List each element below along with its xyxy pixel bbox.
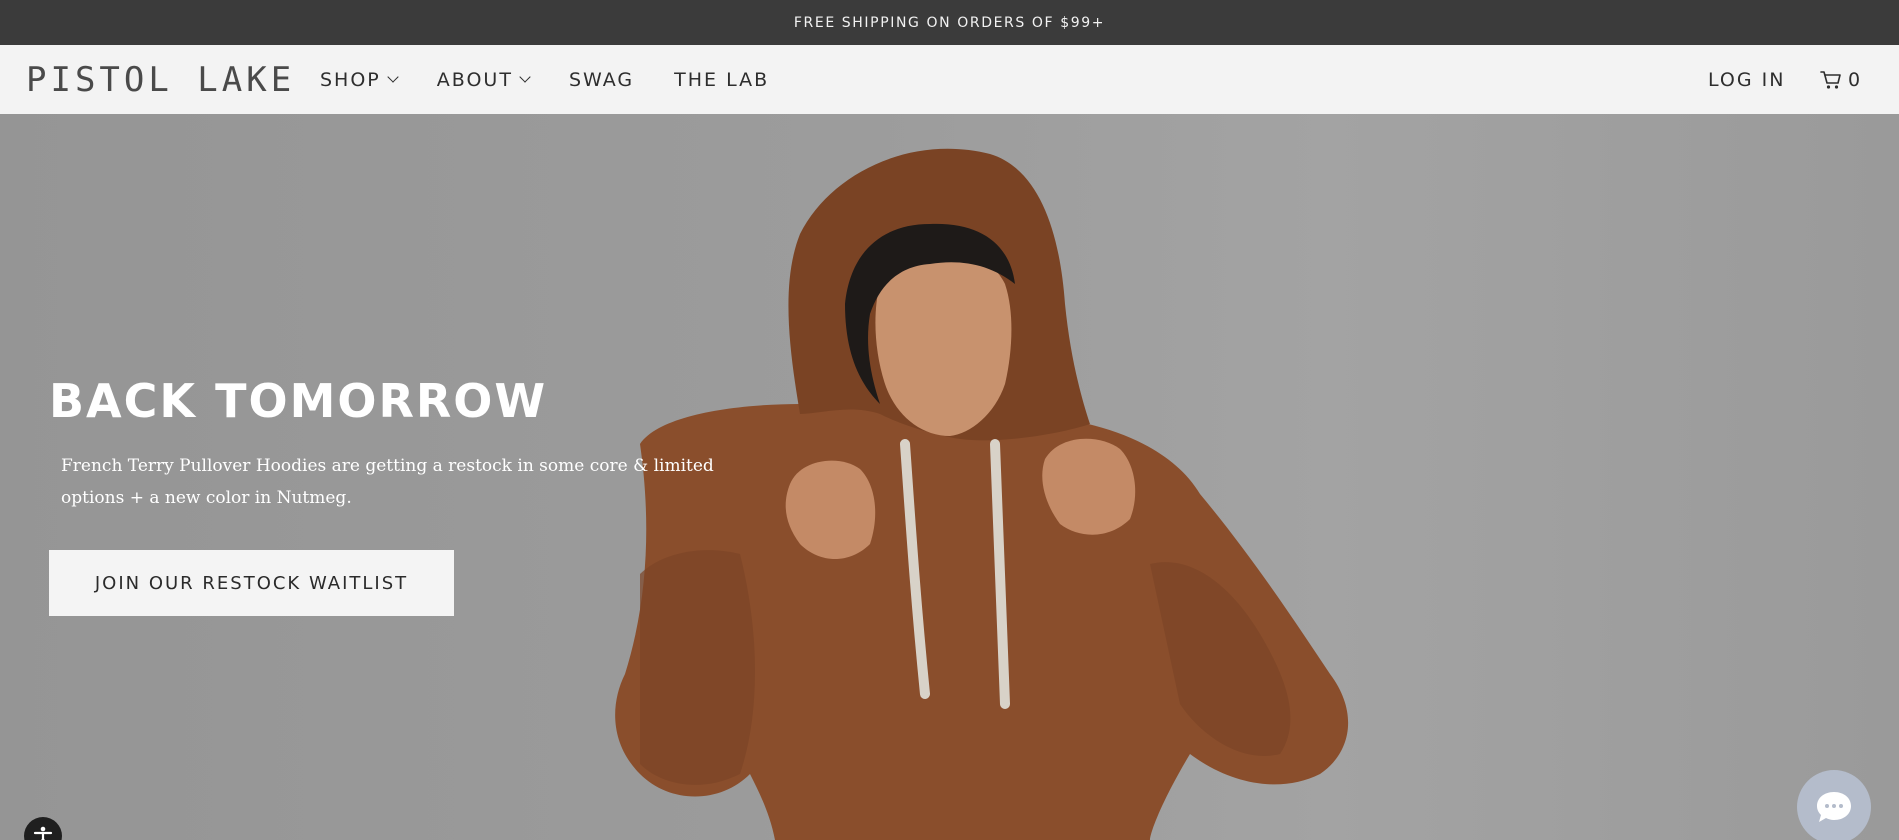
nav-item-label: SHOP bbox=[320, 68, 381, 91]
chat-widget-button[interactable] bbox=[1797, 770, 1871, 840]
nav-item-label: THE LAB bbox=[674, 68, 770, 91]
restock-waitlist-button[interactable]: JOIN OUR RESTOCK WAITLIST bbox=[49, 550, 454, 616]
chevron-down-icon bbox=[387, 71, 399, 83]
main-nav: SHOP ABOUT SWAG THE LAB bbox=[320, 45, 809, 114]
hero-content: BACK TOMORROW French Terry Pullover Hood… bbox=[49, 374, 809, 514]
cart-button[interactable]: 0 bbox=[1820, 45, 1860, 114]
site-header: PISTOL LAKE SHOP ABOUT SWAG THE LAB LOG … bbox=[0, 45, 1899, 114]
hero-description: French Terry Pullover Hoodies are gettin… bbox=[61, 456, 714, 508]
logo[interactable]: PISTOL LAKE bbox=[26, 63, 295, 97]
accessibility-icon bbox=[33, 826, 53, 840]
hero-title: BACK TOMORROW bbox=[49, 374, 548, 428]
login-link[interactable]: LOG IN bbox=[1708, 45, 1785, 114]
chevron-down-icon bbox=[519, 71, 531, 83]
nav-item-swag[interactable]: SWAG bbox=[569, 45, 634, 114]
nav-item-label: SWAG bbox=[568, 68, 635, 91]
cart-icon bbox=[1820, 70, 1841, 89]
nav-item-the-lab[interactable]: THE LAB bbox=[674, 45, 769, 114]
announcement-text: FREE SHIPPING ON ORDERS OF $99+ bbox=[793, 14, 1106, 31]
cart-count: 0 bbox=[1848, 68, 1861, 91]
announcement-bar: FREE SHIPPING ON ORDERS OF $99+ bbox=[0, 0, 1899, 45]
nav-item-label: ABOUT bbox=[436, 68, 513, 91]
nav-item-about[interactable]: ABOUT bbox=[436, 45, 531, 114]
nav-item-shop[interactable]: SHOP bbox=[320, 45, 399, 114]
hero-banner: BACK TOMORROW French Terry Pullover Hood… bbox=[0, 114, 1899, 840]
chat-icon bbox=[1817, 792, 1851, 822]
